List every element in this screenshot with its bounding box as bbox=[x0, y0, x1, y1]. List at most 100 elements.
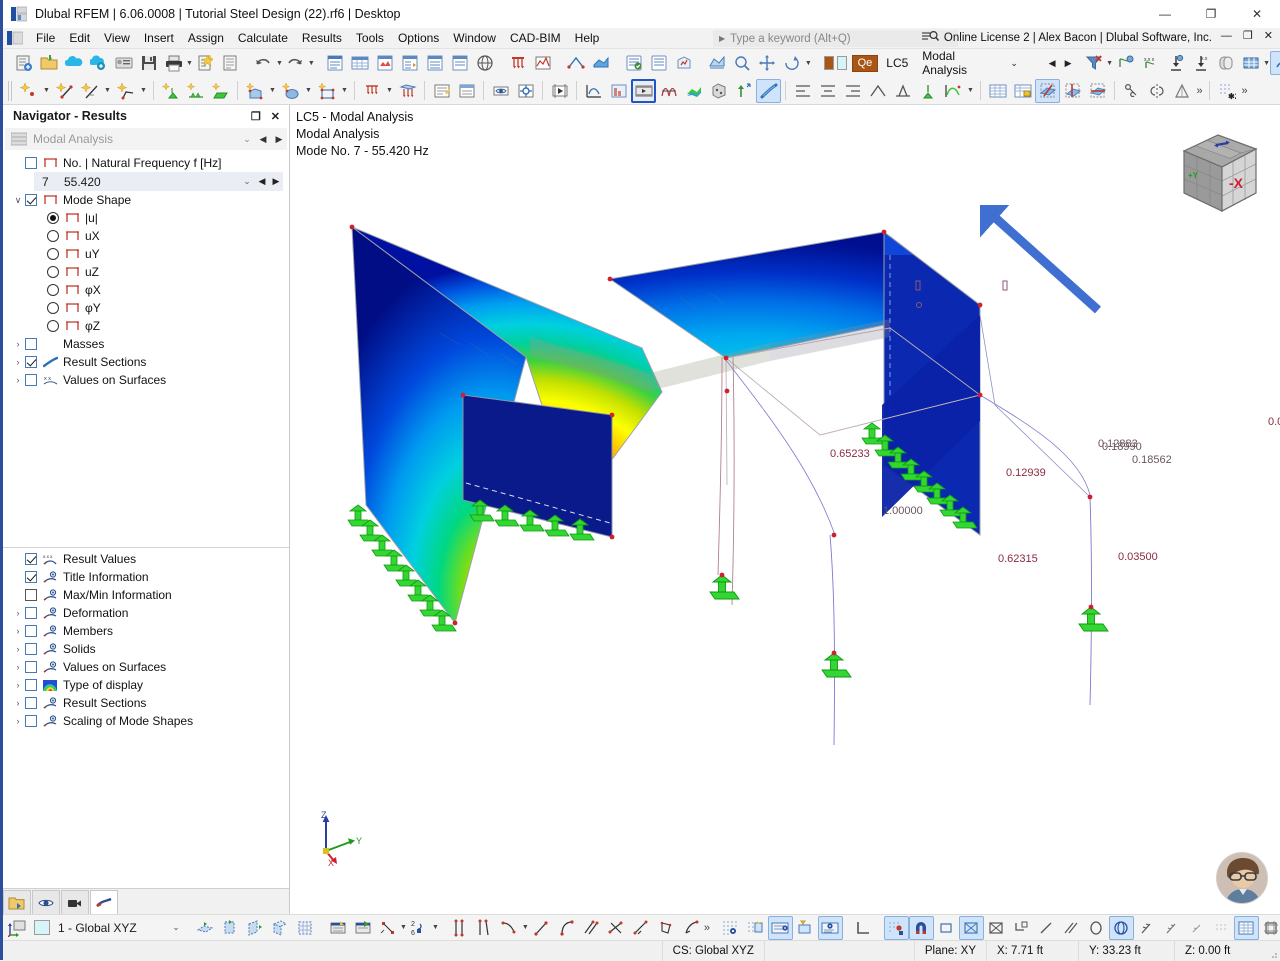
menu-item-insert[interactable]: Insert bbox=[137, 29, 181, 47]
frequency-prev-button[interactable]: ◀ bbox=[255, 176, 269, 187]
new-model-button[interactable] bbox=[11, 51, 36, 75]
pan-tool-button[interactable] bbox=[755, 51, 780, 75]
dotted-snap-button[interactable] bbox=[1209, 916, 1234, 940]
ortho-button[interactable] bbox=[851, 916, 876, 940]
mirror-button[interactable] bbox=[890, 79, 915, 103]
doc-minimize-button[interactable]: — bbox=[1218, 30, 1235, 42]
uz-radio[interactable] bbox=[47, 266, 59, 278]
member-load-dropdown-arrow-icon[interactable]: ▼ bbox=[384, 79, 395, 103]
snap-object-button[interactable] bbox=[350, 916, 375, 940]
render-solid-button[interactable] bbox=[706, 79, 731, 103]
tree-item-phiz[interactable]: φZ bbox=[3, 317, 289, 335]
document-button[interactable] bbox=[218, 51, 243, 75]
save-button[interactable] bbox=[136, 51, 161, 75]
snap-intersection-button[interactable] bbox=[604, 916, 629, 940]
menu-item-options[interactable]: Options bbox=[391, 29, 446, 47]
menu-item-cad-bim[interactable]: CAD-BIM bbox=[503, 29, 568, 47]
tree-item-values-on-surfaces-2[interactable]: › Values on Surfaces bbox=[3, 658, 289, 676]
scaling-checkbox[interactable] bbox=[25, 715, 37, 727]
window-select-button[interactable] bbox=[984, 916, 1009, 940]
navigator-combo-prev-button[interactable]: ◀ bbox=[255, 134, 271, 145]
toolbar2-grip[interactable] bbox=[8, 80, 13, 101]
tree-item-u-abs[interactable]: |u| bbox=[3, 209, 289, 227]
snap-center-button[interactable] bbox=[679, 916, 704, 940]
members-expander-icon[interactable]: › bbox=[11, 626, 25, 636]
surface-results-button[interactable] bbox=[589, 51, 614, 75]
node-snap-2-button[interactable] bbox=[1159, 916, 1184, 940]
list-button[interactable] bbox=[423, 51, 448, 75]
display-properties-button[interactable] bbox=[513, 79, 538, 103]
node-dropdown-arrow-icon[interactable]: ▼ bbox=[41, 79, 52, 103]
snap-polygon-button[interactable] bbox=[654, 916, 679, 940]
frequency-dropdown-arrow-icon[interactable]: ⌄ bbox=[239, 176, 255, 187]
result-sections-checkbox[interactable] bbox=[25, 356, 37, 368]
cross-select-button[interactable] bbox=[958, 915, 984, 940]
new-surface-button[interactable] bbox=[242, 79, 267, 103]
new-support-button[interactable] bbox=[158, 79, 183, 103]
result-section-line-button[interactable] bbox=[756, 78, 781, 103]
symmetry-button[interactable] bbox=[1144, 79, 1169, 103]
max-value-button[interactable]: x.x bbox=[1188, 51, 1213, 75]
tree-item-masses[interactable]: › Masses bbox=[3, 335, 289, 353]
globe-button[interactable] bbox=[473, 51, 498, 75]
grid-config-button[interactable] bbox=[743, 916, 768, 940]
result-sections-expander-icon[interactable]: › bbox=[11, 357, 25, 367]
tree-item-phix[interactable]: φX bbox=[3, 281, 289, 299]
tree-item-title-information[interactable]: Title Information bbox=[3, 568, 289, 586]
zoom-tool-button[interactable] bbox=[730, 51, 755, 75]
tab-navigator-display[interactable] bbox=[32, 890, 60, 914]
new-line-support-button[interactable] bbox=[183, 79, 208, 103]
deformation-expander-icon[interactable]: › bbox=[11, 608, 25, 618]
natural-frequency-checkbox[interactable] bbox=[25, 157, 37, 169]
node-snap-1-button[interactable] bbox=[1134, 916, 1159, 940]
wp-grid-button[interactable] bbox=[292, 916, 317, 940]
redo-button[interactable] bbox=[283, 51, 308, 75]
result-diagram-view-button[interactable] bbox=[581, 79, 606, 103]
result-sections-2-checkbox[interactable] bbox=[25, 697, 37, 709]
redo-dropdown-arrow-icon[interactable]: ▼ bbox=[308, 51, 315, 75]
new-solid-button[interactable] bbox=[278, 79, 303, 103]
align-center-button[interactable] bbox=[815, 79, 840, 103]
phix-radio[interactable] bbox=[47, 284, 59, 296]
minimize-button[interactable]: — bbox=[1142, 0, 1188, 28]
new-node-button[interactable] bbox=[16, 79, 41, 103]
magnet-snap-button[interactable] bbox=[908, 915, 934, 940]
snap-extend-button[interactable] bbox=[629, 916, 654, 940]
grid-results-button[interactable] bbox=[1238, 51, 1263, 75]
toolbar2-overflow-2-button[interactable]: » bbox=[1239, 79, 1250, 103]
snap-arc-button[interactable] bbox=[554, 916, 579, 940]
align-left-button[interactable] bbox=[790, 79, 815, 103]
new-member-load-button[interactable] bbox=[359, 79, 384, 103]
subdivision-button[interactable]: 26 bbox=[407, 916, 432, 940]
measure-button[interactable] bbox=[1119, 79, 1144, 103]
snap-point-button[interactable] bbox=[375, 916, 400, 940]
coordinate-system-selector[interactable]: 1 - Global XYZ ⌄ bbox=[30, 918, 184, 938]
filter-button[interactable] bbox=[1081, 51, 1106, 75]
result-diagram-button[interactable] bbox=[531, 51, 556, 75]
menu-item-results[interactable]: Results bbox=[295, 29, 349, 47]
calculate-button[interactable] bbox=[647, 51, 672, 75]
window-resize-grip[interactable] bbox=[1266, 941, 1280, 961]
tree-item-deformation[interactable]: › Deformation bbox=[3, 604, 289, 622]
close-button[interactable]: ✕ bbox=[1234, 0, 1280, 28]
tree-item-phiy[interactable]: φY bbox=[3, 299, 289, 317]
sections-button[interactable] bbox=[1213, 51, 1238, 75]
corner-snap-button[interactable] bbox=[1009, 916, 1034, 940]
doc-restore-button[interactable]: ❐ bbox=[1240, 29, 1256, 42]
frame-snap-button[interactable] bbox=[1259, 916, 1280, 940]
members-checkbox[interactable] bbox=[25, 625, 37, 637]
grid-dropdown-arrow-icon[interactable]: ▼ bbox=[1263, 51, 1270, 75]
menu-item-edit[interactable]: Edit bbox=[62, 29, 97, 47]
menu-item-tools[interactable]: Tools bbox=[349, 29, 391, 47]
tree-item-result-sections[interactable]: › Result Sections bbox=[3, 353, 289, 371]
table-snap-button[interactable] bbox=[1233, 915, 1259, 940]
table-view-button[interactable] bbox=[985, 79, 1010, 103]
doc-close-button[interactable]: ✕ bbox=[1261, 29, 1276, 42]
animation-start-button[interactable] bbox=[547, 79, 572, 103]
tree-item-ux[interactable]: uX bbox=[3, 227, 289, 245]
lc-next-button[interactable]: ▶ bbox=[1061, 54, 1075, 72]
menu-item-assign[interactable]: Assign bbox=[181, 29, 231, 47]
ellipse-snap-button[interactable] bbox=[1108, 915, 1134, 940]
menu-item-calculate[interactable]: Calculate bbox=[231, 29, 295, 47]
values-on-surfaces-2-expander-icon[interactable]: › bbox=[11, 662, 25, 672]
